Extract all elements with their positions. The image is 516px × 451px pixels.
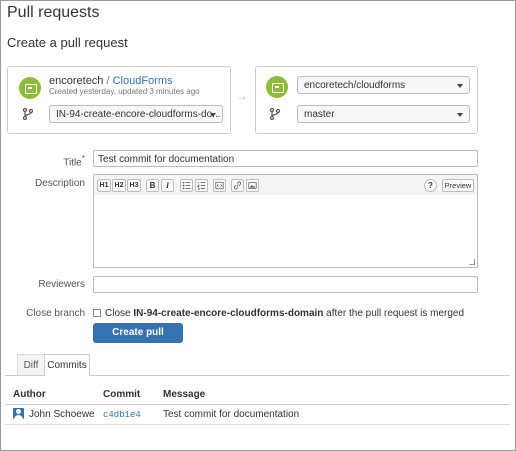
column-header-message: Message [163, 389, 206, 400]
commit-hash-link[interactable]: c4db1e4 [103, 410, 141, 420]
commit-author: John Schoewe [29, 409, 95, 420]
source-branch-select[interactable]: IN-94-create-encore-cloudforms-do... [49, 105, 223, 123]
h3-button[interactable]: H3 [127, 179, 141, 192]
arrow-right-icon: → [236, 89, 248, 103]
close-branch-label: Close branch [26, 308, 85, 319]
description-label: Description [34, 178, 85, 189]
source-repo-title: encoretech / CloudForms [49, 75, 173, 87]
title-input[interactable]: Test commit for documentation [93, 150, 478, 167]
description-textarea[interactable] [93, 195, 478, 268]
tab-commits[interactable]: Commits [44, 354, 90, 376]
close-branch-name: IN-94-create-encore-cloudforms-domain [133, 308, 324, 319]
chevron-down-icon [457, 84, 463, 88]
title-label-text: Title [63, 157, 82, 169]
section-title: Create a pull request [7, 35, 128, 50]
branch-icon [22, 108, 34, 120]
close-prefix: Close [105, 308, 134, 319]
commit-message: Test commit for documentation [163, 409, 300, 420]
link-button[interactable] [231, 179, 244, 192]
chevron-down-icon [457, 113, 463, 117]
reviewers-label: Reviewers [38, 279, 85, 290]
h1-button[interactable]: H1 [97, 179, 111, 192]
image-button[interactable] [246, 179, 259, 192]
tab-diff[interactable]: Diff [17, 354, 45, 376]
create-pull-request-button[interactable]: Create pull request [93, 323, 183, 358]
close-suffix: after the pull request is merged [323, 308, 465, 319]
bold-button[interactable]: B [146, 179, 159, 192]
source-meta: Created yesterday, updated 3 minutes ago [49, 87, 200, 96]
reviewers-input[interactable] [93, 276, 478, 293]
h2-button[interactable]: H2 [112, 179, 126, 192]
source-branch-value: IN-94-create-encore-cloudforms-do... [56, 109, 221, 120]
column-header-commit: Commit [103, 389, 141, 400]
close-branch-text: Close IN-94-create-encore-cloudforms-dom… [105, 308, 464, 319]
title-label: Title* [5, 153, 85, 168]
numbered-list-button[interactable] [195, 179, 208, 192]
bulleted-list-icon [182, 181, 191, 190]
page-title: Pull requests [7, 4, 100, 21]
target-card: encoretech/cloudforms master [255, 66, 478, 134]
resize-handle[interactable] [469, 259, 475, 265]
code-button[interactable] [213, 179, 226, 192]
bulleted-list-button[interactable] [180, 179, 193, 192]
target-branch-value: master [304, 109, 335, 120]
preview-button[interactable]: Preview [442, 179, 474, 192]
target-repo-select[interactable]: encoretech/cloudforms [297, 76, 470, 94]
close-branch-checkbox[interactable] [93, 309, 101, 317]
editor-toolbar: H1 H2 H3 B I ? Preview [93, 174, 478, 196]
column-header-author: Author [13, 389, 46, 400]
repo-separator: / [103, 75, 113, 87]
help-button[interactable]: ? [424, 179, 437, 192]
source-card: encoretech / CloudForms Created yesterda… [7, 66, 231, 134]
image-icon [248, 182, 257, 189]
repo-icon [266, 76, 288, 98]
numbered-list-icon [197, 181, 206, 190]
target-branch-select[interactable]: master [297, 105, 470, 123]
chevron-down-icon [210, 113, 216, 117]
target-repo-value: encoretech/cloudforms [304, 80, 406, 91]
source-repo-link[interactable]: CloudForms [113, 75, 173, 87]
table-header-divider [5, 404, 510, 405]
code-icon [215, 181, 224, 190]
link-icon [234, 181, 241, 190]
required-mark: * [81, 153, 85, 163]
branch-icon [269, 108, 281, 120]
avatar-icon [13, 408, 24, 419]
source-repo-owner: encoretech [49, 75, 104, 87]
repo-icon [19, 77, 41, 99]
italic-button[interactable]: I [161, 179, 174, 192]
table-row-divider [5, 424, 510, 425]
